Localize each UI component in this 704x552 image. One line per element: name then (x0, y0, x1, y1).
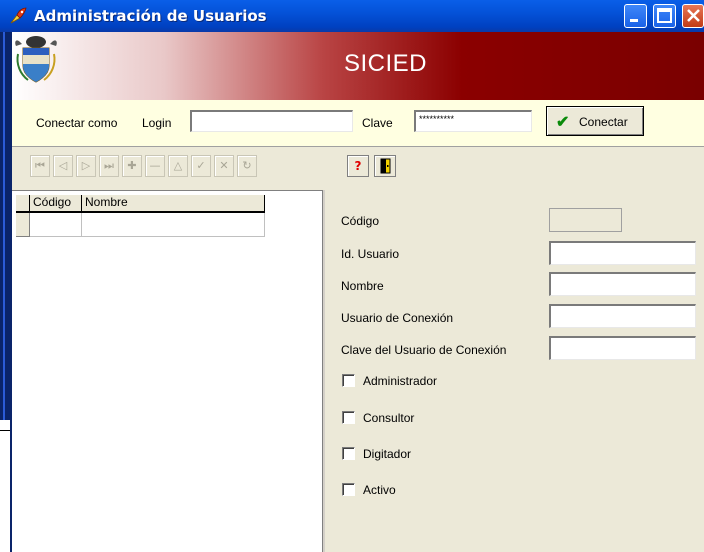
minimize-icon (630, 19, 638, 22)
password-label: Clave (362, 116, 393, 130)
activo-checkbox[interactable] (342, 483, 355, 496)
clave-conexion-field[interactable] (549, 336, 696, 360)
edit-record-button[interactable]: △ (168, 155, 188, 177)
clave-conexion-label: Clave del Usuario de Conexión (341, 343, 507, 357)
exit-door-icon (380, 158, 391, 174)
digitador-checkbox[interactable] (342, 447, 355, 460)
first-icon: ⏮ (35, 159, 45, 172)
maximize-icon (657, 8, 672, 23)
grid-cell-codigo[interactable] (30, 213, 82, 237)
prior-record-button[interactable]: ◁ (53, 155, 73, 177)
password-input[interactable]: ********** (414, 110, 532, 132)
next-record-button[interactable]: ▷ (76, 155, 96, 177)
close-icon (687, 9, 700, 22)
administrador-checkbox[interactable] (342, 374, 355, 387)
usuario-conexion-field[interactable] (549, 304, 696, 328)
grid-cell-nombre[interactable] (82, 213, 265, 237)
banner-title: SICIED (344, 50, 428, 77)
administrador-label[interactable]: Administrador (363, 374, 437, 388)
nombre-label: Nombre (341, 279, 384, 293)
connect-button[interactable]: ✔ Conectar (546, 106, 644, 136)
connect-button-label: Conectar (579, 115, 628, 129)
last-icon: ⏭ (104, 159, 114, 172)
users-grid[interactable] (12, 190, 322, 552)
cancel-edit-button[interactable]: ✕ (214, 155, 234, 177)
digitador-label[interactable]: Digitador (363, 447, 411, 461)
id-usuario-label: Id. Usuario (341, 247, 400, 261)
post-record-button[interactable]: ✓ (191, 155, 211, 177)
minus-icon: — (149, 159, 161, 172)
login-label: Login (142, 116, 172, 130)
activo-label[interactable]: Activo (363, 483, 396, 497)
login-input[interactable] (190, 110, 353, 132)
checkmark-icon: ✔ (556, 114, 570, 131)
coat-of-arms-icon (15, 36, 57, 83)
exit-button[interactable] (374, 155, 396, 177)
help-button[interactable]: ? (347, 155, 369, 177)
consultor-checkbox[interactable] (342, 411, 355, 424)
window-frame-left-lower (10, 420, 12, 552)
connect-as-label: Conectar como (36, 116, 118, 130)
window-title: Administración de Usuarios (34, 7, 267, 25)
app-icon (10, 7, 27, 24)
minimize-button[interactable] (624, 4, 647, 28)
app-window: Administración de Usuarios SICIED Conect… (0, 0, 704, 552)
cancel-icon: ✕ (219, 159, 229, 172)
grid-header-nombre[interactable]: Nombre (82, 195, 265, 213)
close-button[interactable] (682, 4, 704, 28)
insert-record-button[interactable]: ✚ (122, 155, 142, 177)
edit-icon: △ (173, 159, 183, 172)
plus-icon: ✚ (127, 159, 137, 172)
grid-corner-header (16, 195, 30, 213)
codigo-field (549, 208, 622, 232)
question-icon: ? (354, 159, 362, 173)
consultor-label[interactable]: Consultor (363, 411, 414, 425)
title-bar[interactable]: Administración de Usuarios (0, 0, 704, 32)
grid-header-codigo[interactable]: Código (30, 195, 82, 213)
first-record-button[interactable]: ⏮ (30, 155, 50, 177)
next-icon: ▷ (81, 159, 91, 172)
refresh-data-button[interactable]: ↻ (237, 155, 257, 177)
row-indicator (16, 213, 30, 237)
prior-icon: ◁ (58, 159, 68, 172)
id-usuario-field[interactable] (549, 241, 696, 265)
usuario-conexion-label: Usuario de Conexión (341, 311, 454, 325)
delete-record-button[interactable]: — (145, 155, 165, 177)
last-record-button[interactable]: ⏭ (99, 155, 119, 177)
codigo-label: Código (341, 214, 380, 228)
banner: SICIED (12, 32, 704, 100)
nombre-field[interactable] (549, 272, 696, 296)
maximize-button[interactable] (653, 4, 676, 28)
check-icon: ✓ (196, 159, 206, 172)
refresh-icon: ↻ (242, 159, 252, 172)
splitter[interactable] (322, 190, 325, 552)
